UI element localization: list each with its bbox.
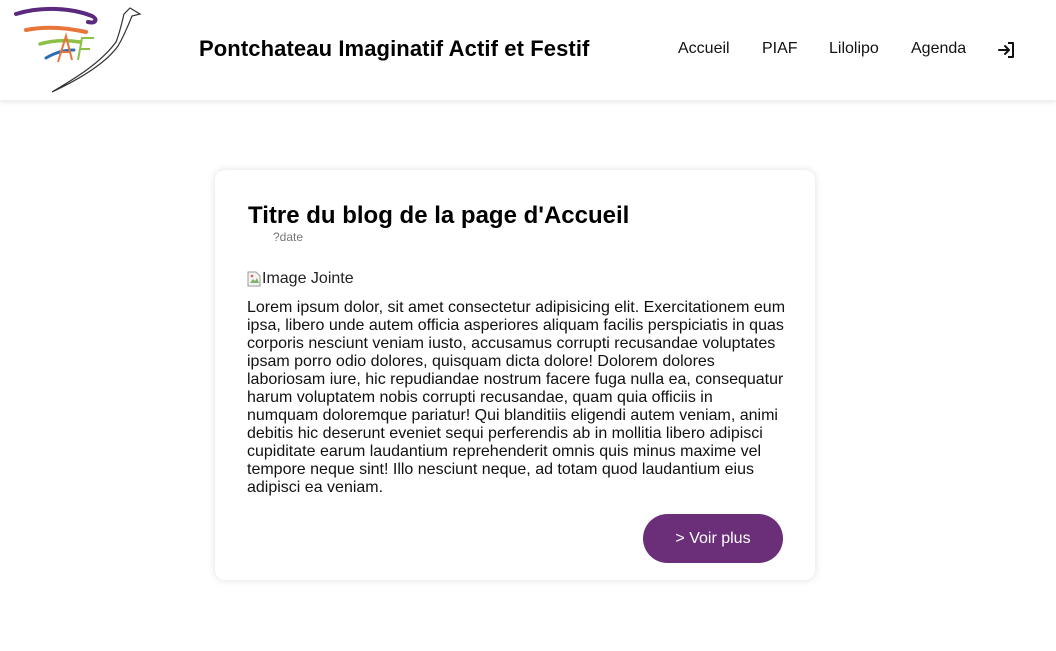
post-date: ?date	[273, 230, 304, 244]
site-header: Pontchateau Imaginatif Actif et Festif A…	[0, 0, 1056, 100]
nav-item-piaf[interactable]: PIAF	[762, 40, 798, 58]
post-body: Lorem ipsum dolor, sit amet consectetur …	[247, 299, 786, 496]
post-image: Image Jointe	[247, 270, 354, 288]
broken-image-icon	[247, 271, 261, 287]
post-title: Titre du blog de la page d'Accueil	[248, 202, 630, 229]
bird-logo-icon[interactable]	[12, 2, 144, 96]
sign-in-icon[interactable]	[997, 40, 1017, 60]
nav-item-agenda[interactable]: Agenda	[911, 40, 966, 58]
blog-post-card: Titre du blog de la page d'Accueil ?date…	[215, 170, 815, 580]
read-more-button[interactable]: > Voir plus	[643, 514, 783, 563]
post-image-alt: Image Jointe	[262, 270, 354, 287]
nav-item-lilolipo[interactable]: Lilolipo	[829, 40, 879, 58]
site-title: Pontchateau Imaginatif Actif et Festif	[199, 36, 590, 61]
nav-item-accueil[interactable]: Accueil	[678, 40, 730, 58]
